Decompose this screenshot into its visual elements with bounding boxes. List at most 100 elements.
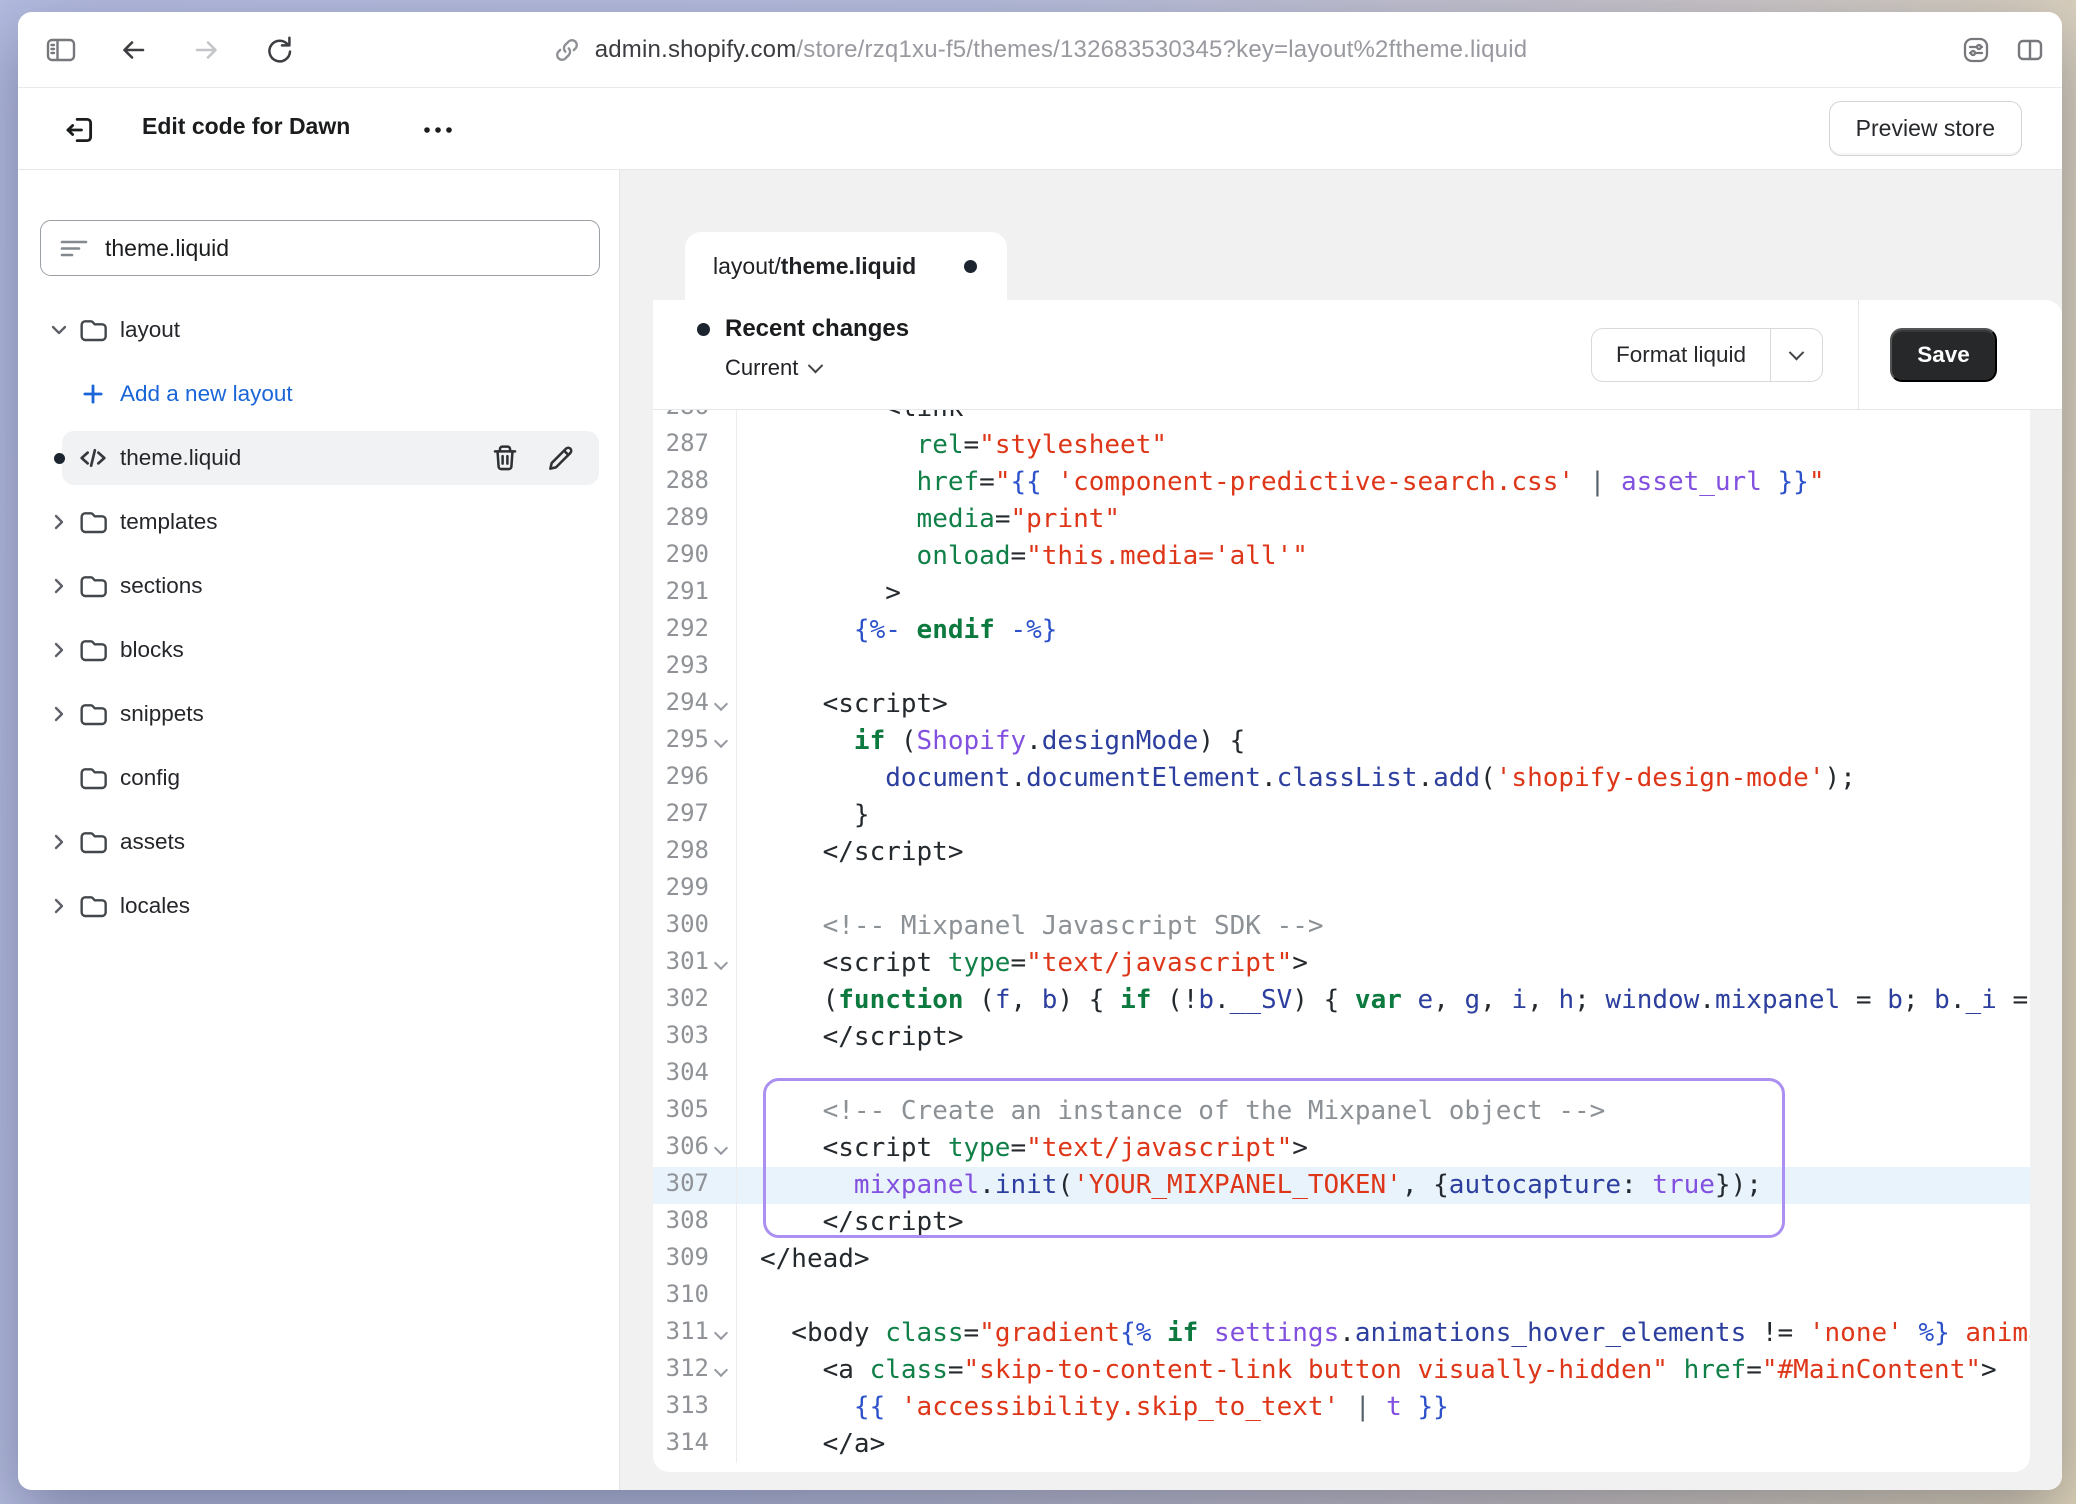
code-line-312[interactable]: 312 <a class="skip-to-content-link butto…: [653, 1352, 2030, 1389]
line-number: 292: [653, 612, 737, 649]
tab-theme-liquid[interactable]: layout/theme.liquid: [685, 232, 1007, 300]
code-line-299[interactable]: 299: [653, 871, 2030, 908]
sidebar-item-theme-liquid[interactable]: theme.liquid: [18, 426, 619, 490]
code-line-310[interactable]: 310: [653, 1278, 2030, 1315]
trash-icon[interactable]: [488, 441, 522, 475]
code-text: </script>: [737, 1019, 2030, 1056]
code-line-308[interactable]: 308 </script>: [653, 1204, 2030, 1241]
search-value: theme.liquid: [105, 235, 229, 262]
fold-chevron-icon[interactable]: [714, 1326, 728, 1340]
line-number: 288: [653, 464, 737, 501]
folder-icon: [76, 889, 110, 923]
code-line-311[interactable]: 311 <body class="gradient{% if settings.…: [653, 1315, 2030, 1352]
code-line-295[interactable]: 295 if (Shopify.designMode) {: [653, 723, 2030, 760]
code-line-291[interactable]: 291 >: [653, 575, 2030, 612]
sidebar-item-snippets[interactable]: snippets: [18, 682, 619, 746]
split-view-icon[interactable]: [2014, 34, 2046, 66]
code-line-309[interactable]: 309</head>: [653, 1241, 2030, 1278]
code-line-292[interactable]: 292 {%- endif -%}: [653, 612, 2030, 649]
code-line-290[interactable]: 290 onload="this.media='all'": [653, 538, 2030, 575]
pencil-icon[interactable]: [544, 441, 578, 475]
reload-icon[interactable]: [262, 33, 296, 67]
line-number: 309: [653, 1241, 737, 1278]
fold-chevron-icon[interactable]: [714, 697, 728, 711]
code-line-302[interactable]: 302 (function (f, b) { if (!b.__SV) { va…: [653, 982, 2030, 1019]
sidebar-action-add-layout[interactable]: Add a new layout: [18, 362, 619, 426]
version-dropdown[interactable]: Current: [725, 355, 909, 381]
sidebar-item-locales[interactable]: locales: [18, 874, 619, 938]
exit-editor-icon[interactable]: [62, 112, 98, 148]
sidebar-item-assets[interactable]: assets: [18, 810, 619, 874]
code-line-313[interactable]: 313 {{ 'accessibility.skip_to_text' | t …: [653, 1389, 2030, 1426]
more-dots-icon[interactable]: [418, 112, 462, 148]
sidebar-item-sections[interactable]: sections: [18, 554, 619, 618]
code-text: [737, 871, 2030, 908]
editor-panel-header: Recent changes Current Format liquid Sav…: [653, 300, 2062, 410]
chevron-right-icon[interactable]: [46, 893, 72, 919]
code-line-298[interactable]: 298 </script>: [653, 834, 2030, 871]
code-line-314[interactable]: 314 </a>: [653, 1426, 2030, 1463]
main-area: theme.liquid layoutAdd a new layout theme…: [18, 170, 2062, 1490]
format-liquid-label: Format liquid: [1592, 329, 1770, 381]
file-search-input[interactable]: theme.liquid: [40, 220, 600, 276]
chevron-right-icon[interactable]: [46, 637, 72, 663]
code-editor[interactable]: 286 <link287 rel="stylesheet"288 href="{…: [653, 410, 2030, 1472]
chevron-right-icon[interactable]: [46, 701, 72, 727]
fold-chevron-icon[interactable]: [714, 1363, 728, 1377]
code-line-294[interactable]: 294 <script>: [653, 686, 2030, 723]
line-number: 293: [653, 649, 737, 686]
sidebar-toggle-icon[interactable]: [44, 34, 78, 66]
code-text: <script type="text/javascript">: [737, 1130, 2030, 1167]
address-bar[interactable]: admin.shopify.com/store/rzq1xu-f5/themes…: [18, 12, 2062, 88]
back-icon[interactable]: [118, 34, 150, 66]
code-line-297[interactable]: 297 }: [653, 797, 2030, 834]
line-number: 304: [653, 1056, 737, 1093]
code-line-300[interactable]: 300 <!-- Mixpanel Javascript SDK -->: [653, 908, 2030, 945]
format-liquid-chevron[interactable]: [1770, 329, 1822, 381]
code-line-289[interactable]: 289 media="print": [653, 501, 2030, 538]
code-text: onload="this.media='all'": [737, 538, 2030, 575]
code-text: </script>: [737, 1204, 2030, 1241]
tree-item-label: snippets: [120, 701, 204, 727]
sidebar-item-layout[interactable]: layout: [18, 298, 619, 362]
code-line-306[interactable]: 306 <script type="text/javascript">: [653, 1130, 2030, 1167]
save-button[interactable]: Save: [1890, 328, 1997, 382]
code-line-293[interactable]: 293: [653, 649, 2030, 686]
forward-icon[interactable]: [190, 34, 222, 66]
code-text: mixpanel.init('YOUR_MIXPANEL_TOKEN', {au…: [737, 1167, 2030, 1204]
code-line-301[interactable]: 301 <script type="text/javascript">: [653, 945, 2030, 982]
browser-toolbar: admin.shopify.com/store/rzq1xu-f5/themes…: [18, 12, 2062, 88]
chevron-down-icon[interactable]: [46, 317, 72, 343]
extensions-icon[interactable]: [1960, 34, 1992, 66]
code-line-304[interactable]: 304: [653, 1056, 2030, 1093]
chevron-right-icon[interactable]: [46, 829, 72, 855]
code-line-288[interactable]: 288 href="{{ 'component-predictive-searc…: [653, 464, 2030, 501]
unsaved-dot: [46, 445, 72, 471]
code-line-296[interactable]: 296 document.documentElement.classList.a…: [653, 760, 2030, 797]
line-number: 286: [653, 410, 737, 427]
code-line-287[interactable]: 287 rel="stylesheet": [653, 427, 2030, 464]
code-line-307[interactable]: 307 mixpanel.init('YOUR_MIXPANEL_TOKEN',…: [653, 1167, 2030, 1204]
sidebar-item-config[interactable]: config: [18, 746, 619, 810]
code-text: if (Shopify.designMode) {: [737, 723, 2030, 760]
code-text: <link: [737, 410, 2030, 427]
editor-content: layout/theme.liquid Recent changes Curre…: [620, 170, 2062, 1490]
format-liquid-button[interactable]: Format liquid: [1591, 328, 1823, 382]
fold-chevron-icon[interactable]: [714, 956, 728, 970]
code-line-286[interactable]: 286 <link: [653, 410, 2030, 427]
fold-chevron-icon[interactable]: [714, 1141, 728, 1155]
code-line-305[interactable]: 305 <!-- Create an instance of the Mixpa…: [653, 1093, 2030, 1130]
tree-item-label: theme.liquid: [120, 445, 241, 471]
app-header: Edit code for Dawn Preview store: [18, 88, 2062, 170]
code-text: rel="stylesheet": [737, 427, 2030, 464]
chevron-right-icon[interactable]: [46, 573, 72, 599]
preview-store-button[interactable]: Preview store: [1829, 101, 2022, 156]
sidebar-item-templates[interactable]: templates: [18, 490, 619, 554]
fold-chevron-icon[interactable]: [714, 734, 728, 748]
filter-icon: [59, 235, 89, 261]
line-number: 312: [653, 1352, 737, 1389]
chevron-down-icon: [808, 357, 824, 373]
code-line-303[interactable]: 303 </script>: [653, 1019, 2030, 1056]
chevron-right-icon[interactable]: [46, 509, 72, 535]
sidebar-item-blocks[interactable]: blocks: [18, 618, 619, 682]
